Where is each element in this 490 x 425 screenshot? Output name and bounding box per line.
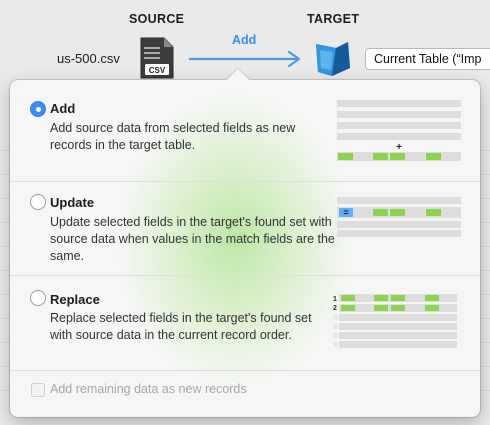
csv-file-icon[interactable]: CSV [140,37,174,79]
update-diagram: = [337,197,461,237]
csv-badge-text: CSV [149,66,166,75]
replace-diagram: 1 2 [331,294,461,352]
option-description-add: Add source data from selected fields as … [50,121,296,152]
add-marker: + [396,142,402,153]
match-marker: = [343,208,348,218]
radio-update[interactable] [30,194,46,210]
import-mode-button[interactable]: Add [232,33,256,47]
add-remaining-checkbox[interactable] [31,383,45,397]
import-action-popover: Add Add source data from selected fields… [10,80,480,417]
add-remaining-label: Add remaining data as new records [50,382,247,396]
row-number-1: 1 [333,296,337,303]
target-table-select[interactable]: Current Table (“Imp [365,48,490,70]
option-description-replace: Replace selected fields in the target's … [50,311,312,342]
option-title-update: Update [50,195,95,210]
option-divider [10,275,480,276]
add-diagram: + [337,100,461,163]
arrow-right-icon [188,50,302,68]
filemaker-icon[interactable] [312,38,354,80]
radio-add[interactable] [30,101,46,117]
option-divider [10,181,480,182]
target-header: TARGET [307,12,360,26]
option-divider [10,370,480,371]
source-header: SOURCE [129,12,185,26]
option-title-add: Add [50,101,76,116]
option-title-replace: Replace [50,292,100,307]
source-filename: us-500.csv [57,51,120,66]
radio-replace[interactable] [30,290,46,306]
row-number-2: 2 [333,305,337,312]
option-description-update: Update selected fields in the target's f… [50,215,335,263]
